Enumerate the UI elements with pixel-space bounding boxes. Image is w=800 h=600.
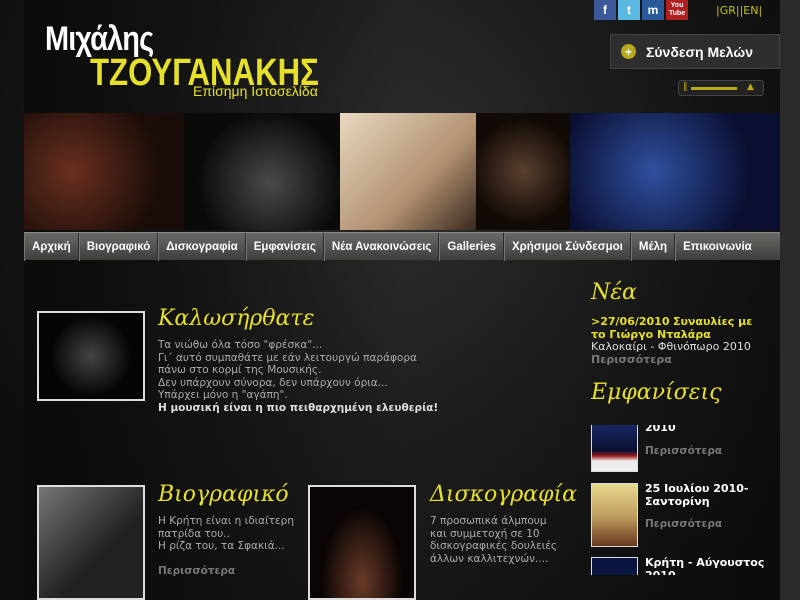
text-line: και συμμετοχή σε 10 xyxy=(430,527,540,540)
social-links: f t m You Tube xyxy=(594,0,688,20)
news-title: Νέα xyxy=(591,280,637,305)
text-line: Η Κρήτη είναι η ιδιαίτερη xyxy=(158,515,294,527)
nav-members[interactable]: Μέλη xyxy=(630,232,676,261)
news-date: >27/06/2010 xyxy=(591,315,670,328)
text-line: άλλων καλλιτεχνών.... xyxy=(430,552,549,565)
text-line: Δεν υπάρχουν σύνορα, δεν υπάρχουν όρια..… xyxy=(158,376,388,389)
nav-galleries[interactable]: Galleries xyxy=(439,232,504,261)
main-nav: Αρχική Βιογραφικό Δισκογραφία Εμφανίσεις… xyxy=(24,232,780,261)
text-line: Υπάρχει μόνο η "αγάπη". xyxy=(158,389,288,401)
welcome-quote: Η μουσική είναι η πιο πειθαρχημένη ελευθ… xyxy=(158,401,439,414)
facebook-icon[interactable]: f xyxy=(594,0,616,20)
photo xyxy=(184,113,340,230)
text-line: πάνω στο κορμί της Μουσικής. xyxy=(158,364,322,376)
text-line: 7 προσωπικά άλμπουμ xyxy=(430,515,547,527)
event-more-link[interactable]: Περισσότερα xyxy=(645,518,722,531)
text-line: δισκογραφικές δουλειές xyxy=(430,540,558,552)
volume-bar[interactable] xyxy=(691,87,737,90)
events-title: Εμφανίσεις xyxy=(591,380,722,405)
discography-text: 7 προσωπικά άλμπουμ και συμμετοχή σε 10 … xyxy=(430,515,557,565)
music-player[interactable]: ‖ ▲ xyxy=(678,80,764,96)
event-title[interactable]: Κρήτη - Αύγουστος 2010 xyxy=(645,556,765,575)
discography-photo[interactable] xyxy=(308,485,416,600)
text-line: Γι΄ αυτό συμπαθάτε με εάν λειτουργώ παρά… xyxy=(158,351,417,364)
event-title[interactable]: 25 Ιουλίου 2010-Σαντορίνη xyxy=(645,482,765,508)
events-list[interactable]: 2010 Περισσότερα 25 Ιουλίου 2010-Σαντορί… xyxy=(590,425,770,575)
nav-news[interactable]: Νέα Ανακοινώσεις xyxy=(323,232,440,261)
news-text: Καλοκαίρι - Φθινόπωρο 2010 xyxy=(591,340,751,353)
nav-contact[interactable]: Επικοινωνία xyxy=(675,232,759,261)
event-more-link[interactable]: Περισσότερα xyxy=(645,445,722,458)
news-item: >27/06/2010 Συναυλίες με το Γιώργο Νταλά… xyxy=(591,315,761,367)
nav-appearances[interactable]: Εμφανίσεις xyxy=(245,232,324,261)
plus-icon: + xyxy=(621,44,636,59)
twitter-icon[interactable]: t xyxy=(618,0,640,20)
news-more-link[interactable]: Περισσότερα xyxy=(591,353,761,367)
biography-title[interactable]: Βιογραφικό xyxy=(158,482,289,507)
youtube-icon[interactable]: You Tube xyxy=(666,0,688,20)
event-poster[interactable] xyxy=(591,557,638,575)
nav-discography[interactable]: Δισκογραφία xyxy=(158,232,246,261)
login-label: Σύνδεση Μελών xyxy=(646,43,754,60)
welcome-title: Καλωσήρθατε xyxy=(158,306,315,331)
text-line: Η ρίζα του, τα Σφακιά... xyxy=(158,540,285,552)
myspace-icon[interactable]: m xyxy=(642,0,664,20)
welcome-text: Τα νιώθω όλα τόσο "φρέσκα"... Γι΄ αυτό σ… xyxy=(158,339,438,414)
nav-home[interactable]: Αρχική xyxy=(24,232,79,261)
logo-subtitle: Επίσημη Ιστοσελίδα xyxy=(193,83,318,99)
member-login-button[interactable]: + Σύνδεση Μελών xyxy=(610,34,780,69)
text-line: πατρίδα του.. xyxy=(158,527,230,540)
nav-links[interactable]: Χρήσιμοι Σύνδεσμοι xyxy=(503,232,631,261)
text-line: Τα νιώθω όλα τόσο "φρέσκα"... xyxy=(158,339,323,351)
photo xyxy=(476,113,570,230)
event-poster[interactable] xyxy=(591,425,638,472)
photo-strip xyxy=(24,113,780,230)
biography-more-link[interactable]: Περισσότερα xyxy=(158,565,294,578)
event-title[interactable]: 2010 xyxy=(645,425,676,435)
volume-icon[interactable]: ▲ xyxy=(747,82,754,92)
biography-text: Η Κρήτη είναι η ιδιαίτερη πατρίδα του.. … xyxy=(158,515,294,577)
right-margin xyxy=(780,0,800,600)
discography-title[interactable]: Δισκογραφία xyxy=(430,482,577,507)
welcome-photo xyxy=(37,311,145,401)
photo xyxy=(570,113,780,230)
event-poster[interactable] xyxy=(591,483,638,547)
photo xyxy=(24,113,184,230)
biography-photo[interactable] xyxy=(37,485,145,600)
photo xyxy=(340,113,476,230)
pause-icon[interactable]: ‖ xyxy=(683,82,688,92)
language-switch[interactable]: |GR||EN| xyxy=(716,4,762,17)
nav-biography[interactable]: Βιογραφικό xyxy=(78,232,159,261)
